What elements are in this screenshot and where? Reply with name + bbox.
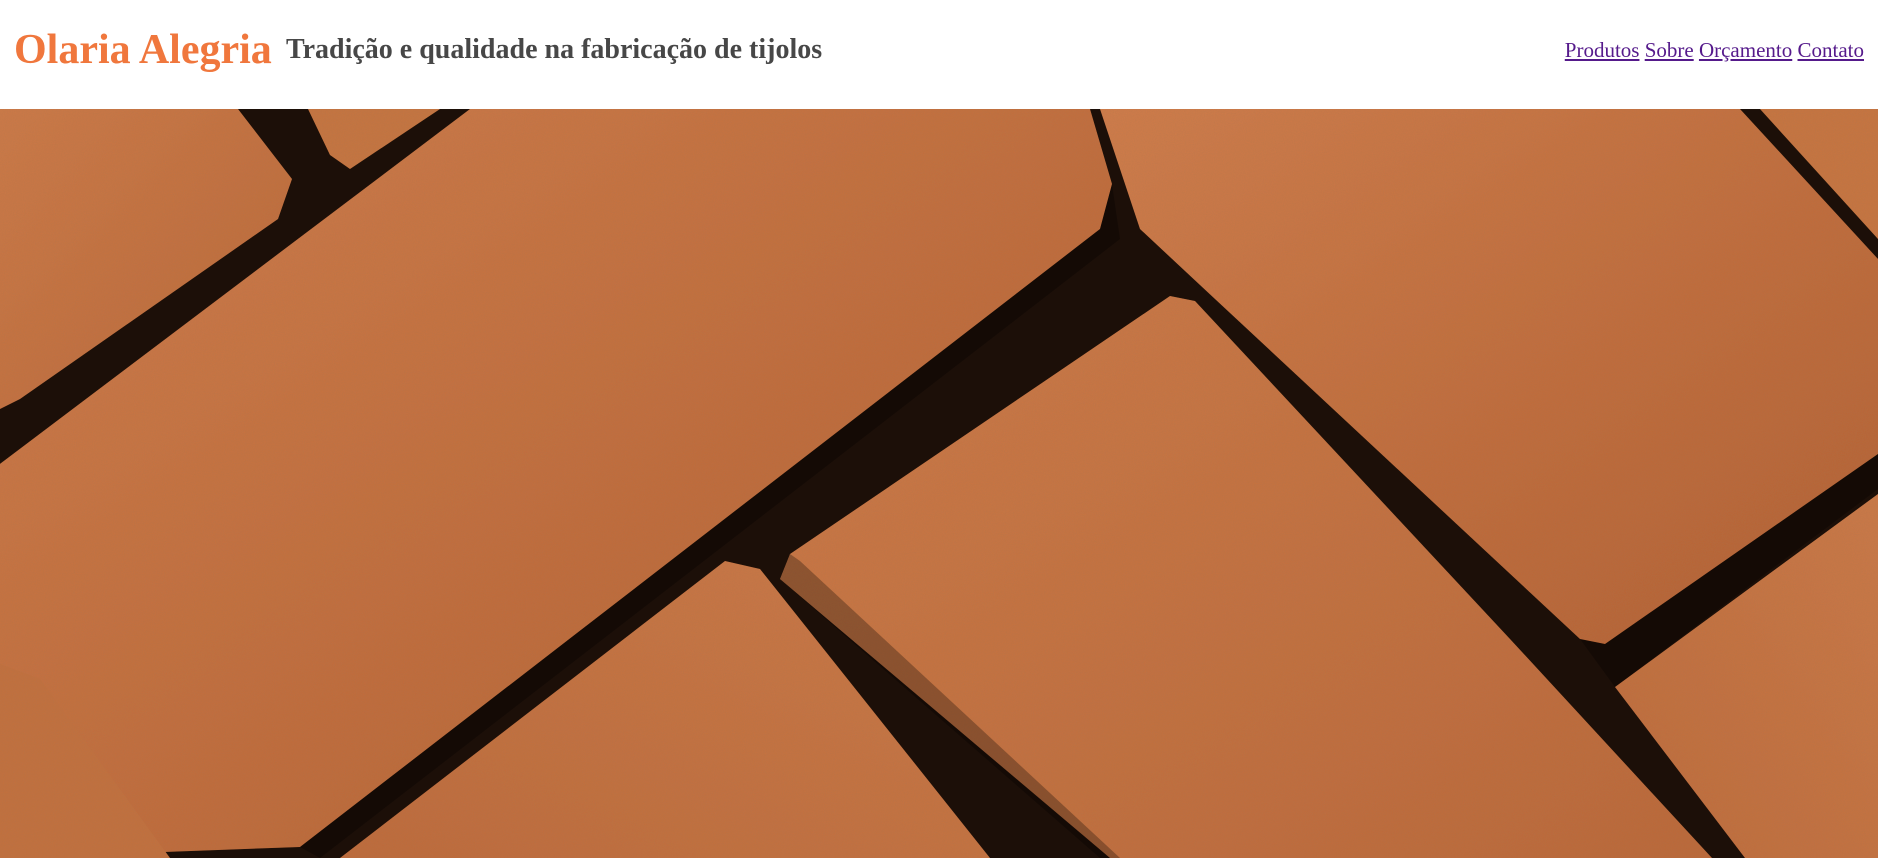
site-tagline: Tradição e qualidade na fabricação de ti… — [286, 34, 823, 65]
hero-banner — [0, 109, 1878, 858]
nav-link-orcamento[interactable]: Orçamento — [1699, 38, 1792, 62]
nav-link-produtos[interactable]: Produtos — [1565, 38, 1640, 62]
site-header: Olaria Alegria Tradição e qualidade na f… — [0, 0, 1878, 109]
main-nav: Produtos Sobre Orçamento Contato — [1565, 36, 1864, 64]
hero-brick-image — [0, 109, 1878, 858]
site-logo[interactable]: Olaria Alegria — [14, 24, 272, 76]
nav-link-sobre[interactable]: Sobre — [1645, 38, 1694, 62]
nav-link-contato[interactable]: Contato — [1798, 38, 1865, 62]
